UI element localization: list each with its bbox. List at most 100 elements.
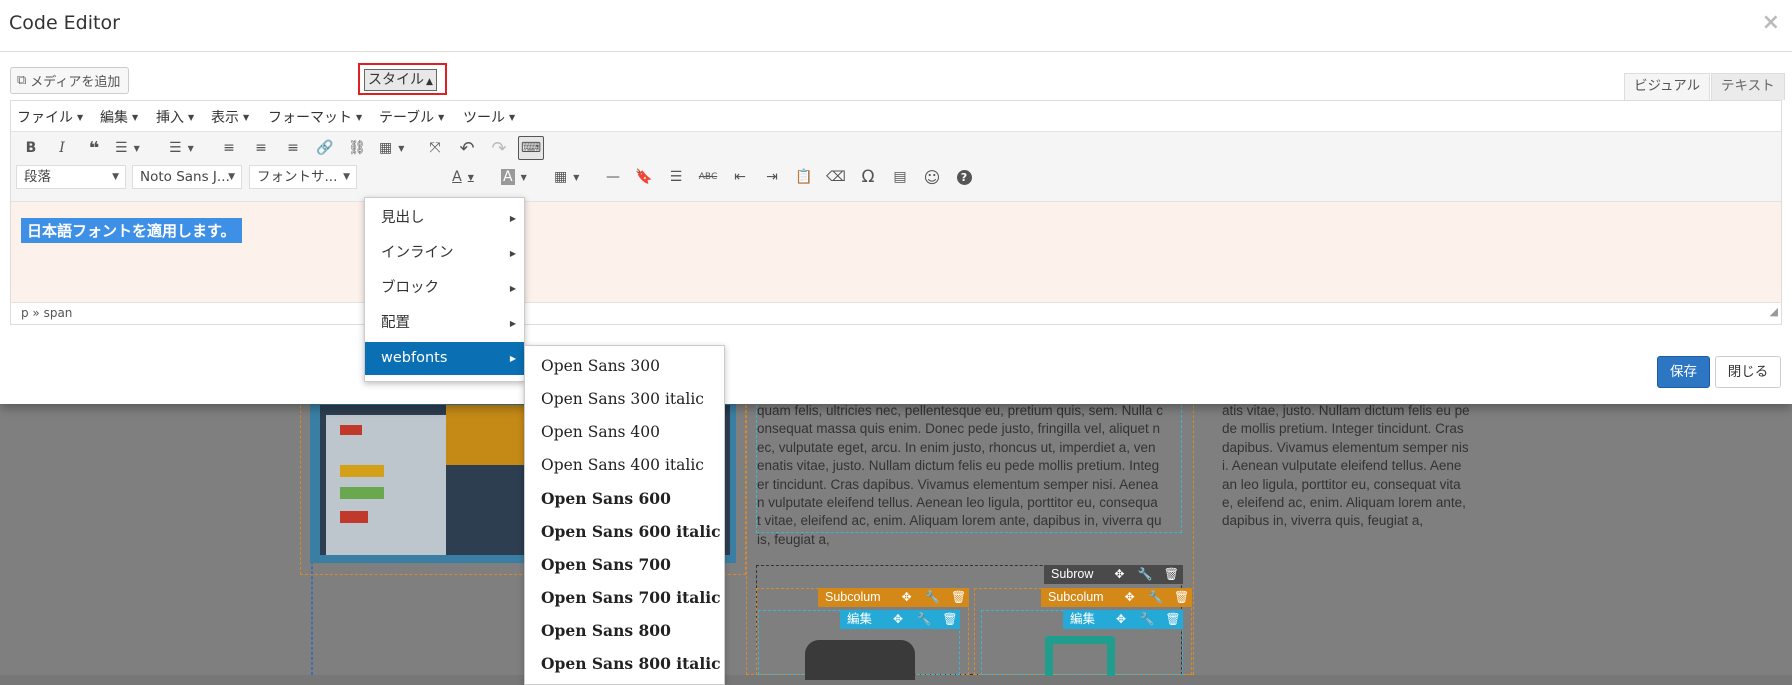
style-menu-block[interactable]: ブロック ▶ xyxy=(365,272,524,305)
wrench-icon[interactable]: 🔧 xyxy=(1139,610,1155,629)
webfont-option[interactable]: Open Sans 700 xyxy=(541,555,671,574)
redo-icon[interactable]: ↷ xyxy=(487,135,511,161)
help-icon[interactable]: ? xyxy=(952,164,976,190)
paste-text-icon[interactable]: 📋 xyxy=(792,164,816,190)
style-menu-alignment[interactable]: 配置 ▶ xyxy=(365,307,524,340)
editor-statusbar: p » span ◢ xyxy=(11,302,1781,324)
webfont-option[interactable]: Open Sans 300 xyxy=(541,357,660,375)
caret-up-icon: ▲ xyxy=(426,77,433,87)
italic-icon[interactable]: I xyxy=(50,135,74,161)
bookmark-icon[interactable]: 🔖 xyxy=(632,164,656,190)
webfont-option[interactable]: Open Sans 600 xyxy=(541,489,671,508)
align-center-icon[interactable]: ≡ xyxy=(249,135,273,161)
wrench-icon[interactable]: 🔧 xyxy=(916,610,932,629)
style-dropdown-menu: 見出し ▶ インライン ▶ ブロック ▶ 配置 ▶ webfonts ▶ xyxy=(364,197,525,382)
webfont-option[interactable]: Open Sans 700 italic xyxy=(541,588,721,607)
code-editor-modal: Code Editor × ⧉ メディアを追加 ビジュアル テキスト ファイル ▼… xyxy=(0,0,1792,404)
trash-icon[interactable]: 🗑 xyxy=(951,588,967,607)
webfont-option[interactable]: Open Sans 400 xyxy=(541,423,660,441)
editor-content-area[interactable]: 日本語フォントを適用します。 xyxy=(11,201,1781,302)
fullscreen-icon[interactable]: ⤧ xyxy=(423,135,447,161)
menu-edit[interactable]: 編集 ▼ xyxy=(100,107,138,127)
wrench-icon[interactable]: 🔧 xyxy=(1137,565,1153,584)
menu-table[interactable]: テーブル ▼ xyxy=(379,107,444,127)
menu-view[interactable]: 表示 ▼ xyxy=(211,107,249,127)
wrench-icon[interactable]: 🔧 xyxy=(925,588,941,607)
numbered-list-icon[interactable]: ☰ ▼ xyxy=(169,135,194,161)
move-icon[interactable]: ✥ xyxy=(1122,588,1138,607)
lorem-text-middle: quam felis, ultricies nec, pellentesque … xyxy=(757,403,1163,547)
wrench-icon[interactable]: 🔧 xyxy=(1148,588,1164,607)
style-menu-webfonts[interactable]: webfonts ▶ xyxy=(365,342,524,375)
special-character-icon[interactable]: Ω xyxy=(856,164,880,190)
bullet-list-icon[interactable]: ☰ ▼ xyxy=(115,135,140,161)
tab-visual[interactable]: ビジュアル xyxy=(1624,73,1711,100)
align-right-icon[interactable]: ≡ xyxy=(281,135,305,161)
align-left-icon[interactable]: ≡ xyxy=(217,135,241,161)
unlink-icon[interactable]: ⛓ xyxy=(345,135,369,161)
webfont-option[interactable]: Open Sans 400 italic xyxy=(541,456,704,474)
menu-format[interactable]: フォーマット ▼ xyxy=(268,107,362,127)
trash-icon[interactable]: 🗑 xyxy=(1174,588,1190,607)
edit-label[interactable]: 編集 xyxy=(847,610,872,629)
box-icon xyxy=(1045,636,1115,676)
move-icon[interactable]: ✥ xyxy=(1111,565,1127,584)
element-path[interactable]: p » span xyxy=(21,306,72,320)
webfont-option[interactable]: Open Sans 600 italic xyxy=(541,522,721,541)
background-color-icon[interactable]: A ▼ xyxy=(501,164,527,190)
trash-icon[interactable]: 🗑 xyxy=(942,610,958,629)
tab-text[interactable]: テキスト xyxy=(1711,73,1785,100)
page-break-icon[interactable]: ▤ xyxy=(888,164,912,190)
close-button[interactable]: 閉じる xyxy=(1715,356,1781,388)
menu-insert[interactable]: 挿入 ▼ xyxy=(156,107,194,127)
font-family-select[interactable]: Noto Sans J... ▼ xyxy=(132,165,242,189)
save-button[interactable]: 保存 xyxy=(1657,356,1710,388)
caret-down-icon: ▼ xyxy=(188,113,195,122)
block-format-select[interactable]: 段落 ▼ xyxy=(16,165,126,189)
align-justify-icon[interactable]: ☰ xyxy=(664,164,688,190)
font-size-select[interactable]: フォントサ... ▼ xyxy=(249,165,357,189)
style-dropdown-button[interactable]: スタイル ▲ xyxy=(364,69,437,91)
horizontal-rule-icon[interactable]: — xyxy=(601,164,625,190)
undo-icon[interactable]: ↶ xyxy=(455,135,479,161)
toolbar-toggle-icon[interactable]: ⌨ xyxy=(518,136,544,160)
menu-tools[interactable]: ツール ▼ xyxy=(463,107,515,127)
resize-handle-icon[interactable]: ◢ xyxy=(1770,301,1778,322)
media-icon: ⧉ xyxy=(17,73,27,88)
close-icon[interactable]: × xyxy=(1762,10,1780,35)
blockquote-icon[interactable]: ❝ xyxy=(82,135,106,161)
move-icon[interactable]: ✥ xyxy=(890,610,906,629)
subrow-label: Subrow xyxy=(1051,567,1094,581)
tinymce-editor: ファイル ▼ 編集 ▼ 挿入 ▼ 表示 ▼ フォーマット ▼ テーブル ▼ ツール ▼ B I… xyxy=(10,100,1782,325)
clear-formatting-icon[interactable]: ⌫ xyxy=(824,164,848,190)
edit-label[interactable]: 編集 xyxy=(1070,610,1095,629)
move-icon[interactable]: ✥ xyxy=(899,588,915,607)
strikethrough-icon[interactable]: ABC xyxy=(696,164,720,190)
webfont-option[interactable]: Open Sans 800 italic xyxy=(541,654,721,673)
subcolum-label: Subcolum xyxy=(1048,590,1104,604)
lorem-text-right: atis vitae, justo. Nullam dictum felis e… xyxy=(1222,403,1470,529)
bold-icon[interactable]: B xyxy=(19,135,43,161)
outdent-icon[interactable]: ⇤ xyxy=(728,164,752,190)
add-media-button[interactable]: ⧉ メディアを追加 xyxy=(10,67,130,94)
modal-title: Code Editor xyxy=(9,12,120,34)
style-button-highlight: スタイル ▲ xyxy=(358,63,447,95)
trash-icon[interactable]: 🗑 xyxy=(1163,565,1179,584)
webfont-option[interactable]: Open Sans 800 xyxy=(541,621,671,640)
link-icon[interactable]: 🔗 xyxy=(313,135,337,161)
chevron-right-icon: ▶ xyxy=(509,354,516,363)
webfont-option[interactable]: Open Sans 300 italic xyxy=(541,390,704,408)
table-grid-icon[interactable]: ▦ ▼ xyxy=(554,164,579,190)
text-color-icon[interactable]: A ▼ xyxy=(451,164,475,190)
caret-down-icon: ▼ xyxy=(228,172,235,182)
selected-text[interactable]: 日本語フォントを適用します。 xyxy=(21,218,242,243)
menu-file[interactable]: ファイル ▼ xyxy=(17,107,83,127)
style-menu-heading[interactable]: 見出し ▶ xyxy=(365,202,524,235)
indent-icon[interactable]: ⇥ xyxy=(760,164,784,190)
caret-down-icon: ▼ xyxy=(132,113,139,122)
move-icon[interactable]: ✥ xyxy=(1113,610,1129,629)
style-menu-inline[interactable]: インライン ▶ xyxy=(365,237,524,270)
table-icon[interactable]: ▦ ▼ xyxy=(379,135,404,161)
trash-icon[interactable]: 🗑 xyxy=(1165,610,1181,629)
emoticon-icon[interactable]: ☺ xyxy=(920,164,944,190)
